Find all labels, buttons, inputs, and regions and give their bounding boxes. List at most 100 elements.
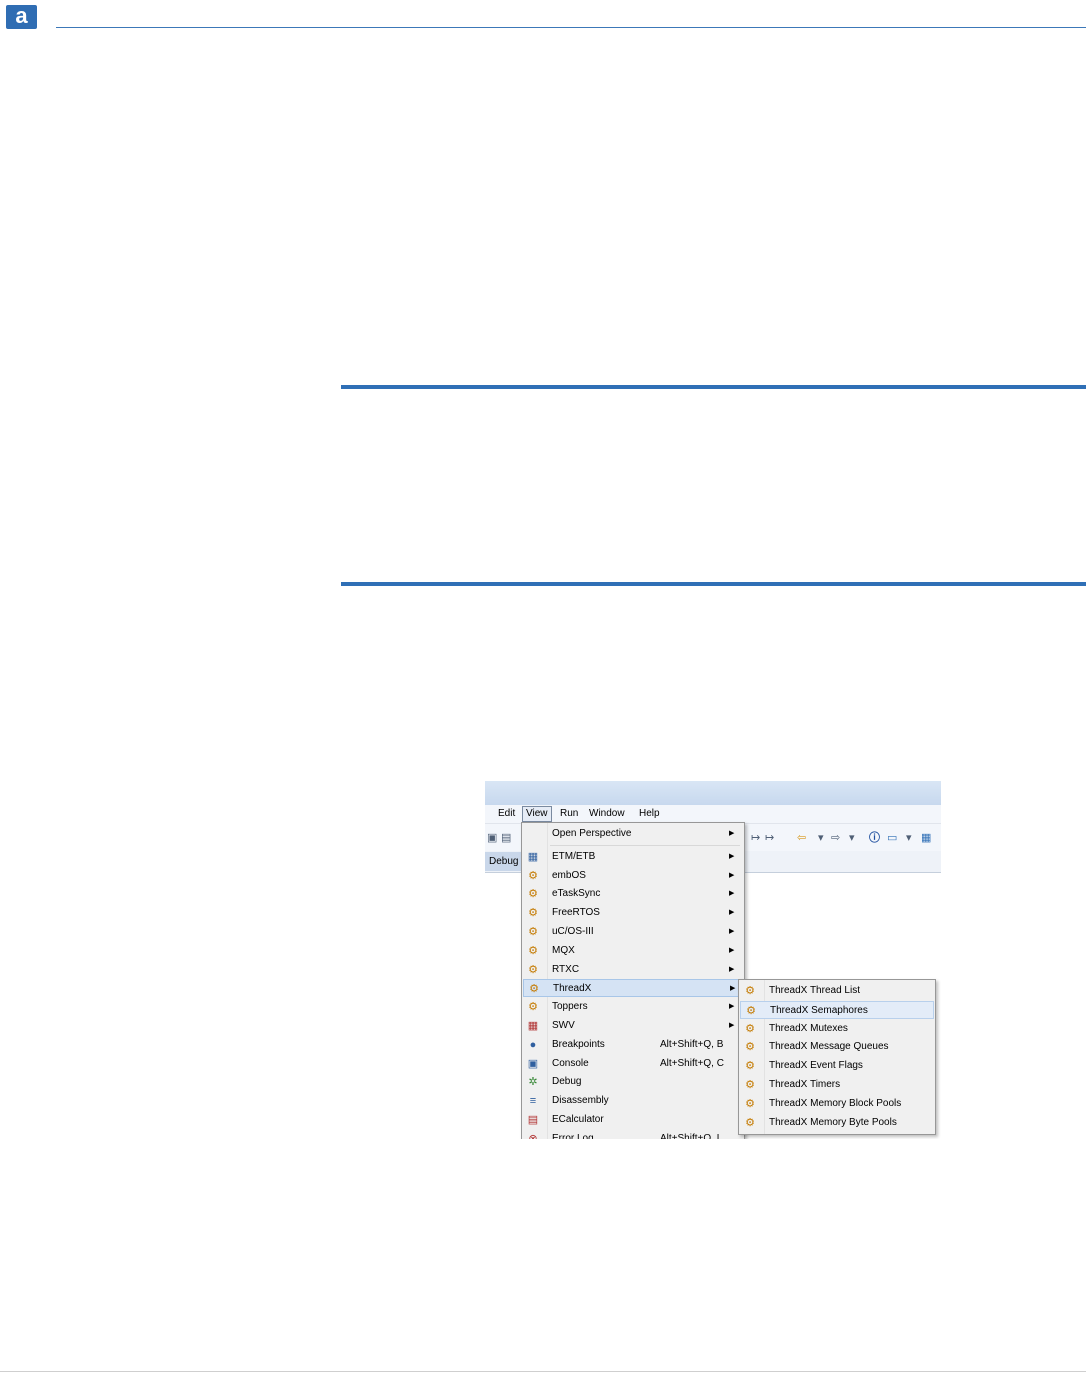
footer-rule [0,1371,1086,1372]
view-menu-item-label: Breakpoints [552,1038,605,1050]
view-menu-item[interactable]: ✲ Debug [523,1073,743,1091]
submenu-arrow-icon: ▶ [729,928,735,935]
view-menu-item-label: Disassembly [552,1095,609,1107]
threadx-submenu-item-label: ThreadX Memory Byte Pools [769,1116,897,1128]
window-icon[interactable]: ▭ [887,831,897,845]
gears-icon: ⚙ [745,1022,755,1035]
gears-icon: ⚙ [745,1097,755,1110]
threadx-submenu-item[interactable]: ⚙ ThreadX Thread List [740,982,934,1000]
gears-icon: ⚙ [745,1116,755,1129]
threadx-submenu-item-label: ThreadX Mutexes [769,1022,848,1034]
table-icon[interactable]: ▦ [921,831,931,845]
menu-run[interactable]: Run [560,807,578,821]
gears-icon: ⚙ [745,1060,755,1073]
gears-icon: ⚙ [528,888,538,901]
disassembly-icon: ≡ [529,1095,537,1108]
view-menu-item[interactable]: ▣ Console Alt+Shift+Q, C [523,1055,743,1073]
info-icon[interactable]: ⓘ [869,831,880,845]
back-dropdown-icon[interactable]: ▾ [818,831,824,845]
submenu-arrow-icon: ▶ [730,985,736,993]
gears-icon: ⚙ [745,1041,755,1054]
threadx-submenu-item[interactable]: ⚙ ThreadX Memory Block Pools [740,1095,934,1113]
view-menu-item[interactable]: Open Perspective ▶ [523,825,743,843]
submenu-arrow-icon: ▶ [729,1022,735,1029]
view-menu-item[interactable]: ▦ ETM/ETB ▶ [523,848,743,866]
view-menu-item-label: ECalculator [552,1114,604,1125]
gears-icon: ⚙ [528,944,538,957]
console-icon: ▣ [527,1057,539,1070]
gears-icon: ⚙ [529,983,539,996]
view-menu-item[interactable]: ⚙ FreeRTOS ▶ [523,904,743,922]
error-icon: ⊗ [528,1132,538,1139]
submenu-arrow-icon: ▶ [729,871,735,879]
grid-icon: ▦ [527,1020,539,1032]
threadx-submenu-item-label: ThreadX Event Flags [769,1060,863,1072]
step-return-icon[interactable]: ↦ [765,831,774,845]
forward-arrow-icon[interactable]: ⇨ [831,831,840,845]
view-menu-item[interactable]: ⚙ Toppers ▶ [523,998,743,1016]
threadx-submenu-item[interactable]: ⚙ ThreadX Mutexes [740,1020,934,1038]
submenu-arrow-icon: ▶ [729,1003,735,1011]
window-titlebar [485,781,941,805]
view-menu-item[interactable]: ≡ Disassembly [523,1092,743,1110]
view-menu-item[interactable]: ⚙ RTXC ▶ [523,961,743,979]
view-menu-item-shortcut: Alt+Shift+Q, C [660,1057,724,1069]
view-menu-item-label: Toppers [552,1001,588,1013]
view-menu-item[interactable]: ● Breakpoints Alt+Shift+Q, B [523,1036,743,1054]
section-rule-top [341,385,1086,389]
view-menu-item-label: Console [552,1057,589,1069]
bug-icon: ✲ [528,1076,538,1089]
table-icon: ▦ [527,850,539,863]
window-dropdown-icon[interactable]: ▾ [906,831,912,845]
gears-icon: ⚙ [528,1001,538,1014]
gears-icon: ⚙ [528,926,538,938]
view-menu-item-label: ThreadX [553,983,592,995]
threadx-submenu-item-label: ThreadX Timers [769,1079,841,1090]
section-rule-bottom [341,582,1086,586]
view-menu-item-label: SWV [552,1020,575,1031]
submenu-arrow-icon: ▶ [729,830,735,837]
view-menu-item-label: FreeRTOS [552,907,600,919]
gears-icon: ⚙ [528,963,538,976]
forward-dropdown-icon[interactable]: ▾ [849,831,855,845]
view-menu-item[interactable]: ⚙ eTaskSync ▶ [523,885,743,903]
threadx-submenu-item-label: ThreadX Thread List [769,985,860,996]
view-menu-item-label: ETM/ETB [552,850,596,862]
gears-icon: ⚙ [528,869,538,882]
view-menu-item[interactable]: ▦ SWV ▶ [523,1017,743,1035]
view-menu-item-label: RTXC [552,963,580,975]
threadx-submenu-item[interactable]: ⚙ ThreadX Event Flags [740,1057,934,1075]
breakpoints-icon: ● [529,1038,537,1051]
redo-icon[interactable]: ▤ [501,831,511,845]
gears-icon: ⚙ [746,1004,756,1017]
threadx-submenu-item-label: ThreadX Memory Block Pools [769,1097,902,1109]
view-menu-item[interactable]: ⚙ ThreadX ▶ [523,979,743,998]
menu-window[interactable]: Window [589,807,625,821]
view-menu-item-label: Debug [552,1076,582,1088]
gears-icon: ⚙ [745,1079,755,1091]
save-icon[interactable]: ▣ [487,831,497,845]
view-menu-item[interactable]: ⚙ uC/OS-III ▶ [523,923,743,941]
menu-view[interactable]: View [522,806,552,822]
step-icon[interactable]: ↦ [751,831,760,845]
threadx-submenu-item[interactable]: ⚙ ThreadX Semaphores [740,1000,934,1019]
threadx-submenu-item[interactable]: ⚙ ThreadX Timers [740,1076,934,1094]
view-menu-item[interactable]: ⊗ Error Log Alt+Shift+Q, L [523,1130,743,1139]
view-menu-item-label: embOS [552,869,586,881]
tab-debug[interactable]: Debug [485,852,525,871]
threadx-submenu-item[interactable]: ⚙ ThreadX Memory Byte Pools [740,1114,934,1132]
submenu-arrow-icon: ▶ [729,909,735,917]
threadx-submenu-item[interactable]: ⚙ ThreadX Message Queues [740,1038,934,1056]
view-menu-item[interactable]: ▤ ECalculator [523,1111,743,1129]
menu-help[interactable]: Help [639,807,660,821]
view-menu-item-label: eTaskSync [552,888,601,900]
view-menu-item-shortcut: Alt+Shift+Q, B [660,1038,724,1050]
company-logo: a [6,5,37,29]
back-arrow-icon[interactable]: ⇦ [797,831,806,845]
view-menu-item-shortcut: Alt+Shift+Q, L [660,1132,723,1139]
view-menu-item[interactable]: ⚙ embOS ▶ [523,867,743,885]
view-menu-item-label: uC/OS-III [552,926,594,937]
view-menu-item[interactable]: ⚙ MQX ▶ [523,942,743,960]
menu-edit[interactable]: Edit [498,807,515,821]
threadx-submenu-item-label: ThreadX Semaphores [770,1004,868,1016]
